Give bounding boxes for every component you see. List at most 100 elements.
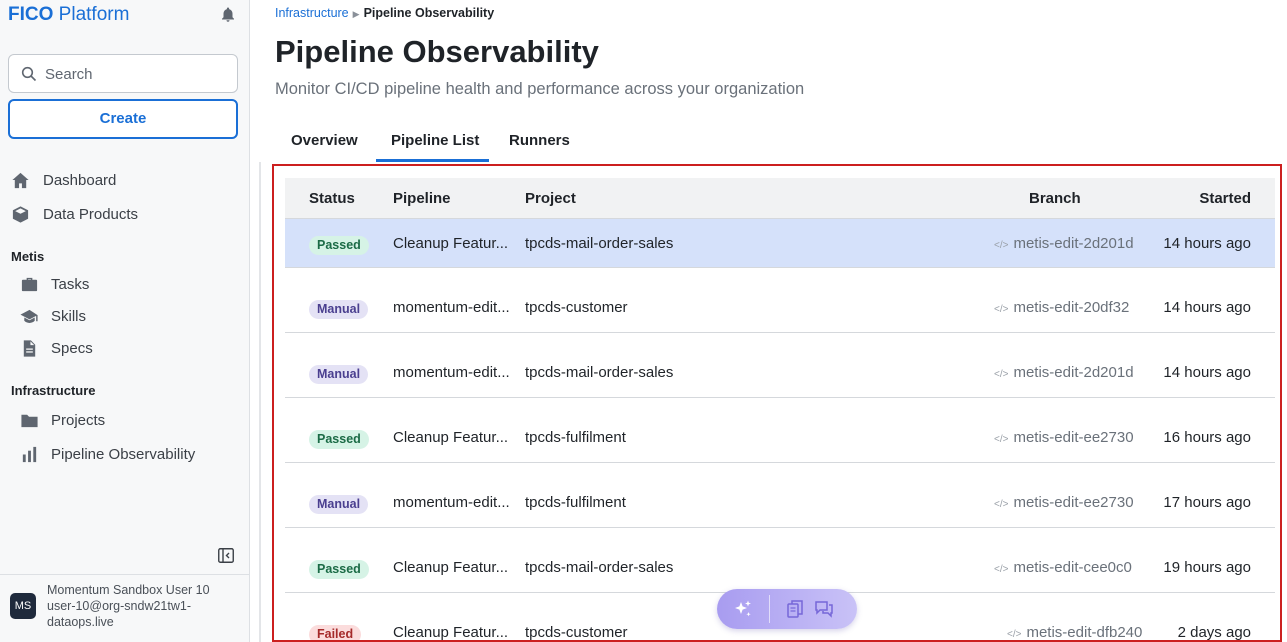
avatar: MS bbox=[10, 593, 36, 619]
tab-pipeline-list[interactable]: Pipeline List bbox=[391, 132, 479, 149]
started-time: 14 hours ago bbox=[1163, 364, 1251, 381]
pipeline-name[interactable]: momentum-edit... bbox=[393, 364, 510, 381]
sidebar-item-tasks[interactable]: Tasks bbox=[0, 270, 249, 298]
sidebar-item-label: Skills bbox=[51, 308, 87, 325]
branch-cell: </> metis-edit-dfb240 bbox=[1007, 624, 1143, 641]
user-name: Momentum Sandbox User 10 bbox=[47, 583, 210, 597]
branch-code-icon: </> bbox=[994, 499, 1009, 510]
home-icon bbox=[12, 172, 29, 189]
status-badge: Passed bbox=[309, 430, 369, 449]
branch-name: metis-edit-2d201d bbox=[1013, 235, 1134, 252]
section-title-infrastructure: Infrastructure bbox=[11, 383, 96, 398]
sidebar-item-label: Pipeline Observability bbox=[51, 446, 196, 463]
assistant-toolbar bbox=[717, 589, 857, 629]
toolbar-separator bbox=[769, 595, 770, 623]
sidebar-item-dashboard[interactable]: Dashboard bbox=[0, 166, 249, 194]
branch-cell: </> metis-edit-20df32 bbox=[994, 299, 1129, 316]
project-name[interactable]: tpcds-customer bbox=[525, 299, 628, 316]
pipeline-name[interactable]: momentum-edit... bbox=[393, 299, 510, 316]
branch-code-icon: </> bbox=[994, 434, 1009, 445]
branch-cell: </> metis-edit-ee2730 bbox=[994, 494, 1134, 511]
breadcrumb-link-infrastructure[interactable]: Infrastructure bbox=[275, 6, 349, 20]
user-profile[interactable]: MS Momentum Sandbox User 10 user-10@org-… bbox=[0, 574, 249, 642]
sidebar-item-projects[interactable]: Projects bbox=[0, 406, 249, 434]
sidebar-item-skills[interactable]: Skills bbox=[0, 302, 249, 330]
brand-logo[interactable]: FICO Platform bbox=[8, 4, 129, 26]
search-icon bbox=[21, 66, 37, 82]
table-header: Status Pipeline Project Branch Started bbox=[285, 178, 1275, 219]
branch-code-icon: </> bbox=[994, 369, 1009, 380]
started-time: 17 hours ago bbox=[1163, 494, 1251, 511]
table-row[interactable]: Passed Cleanup Featur... tpcds-mail-order-… bbox=[285, 528, 1275, 593]
graduation-cap-icon bbox=[20, 309, 38, 323]
bell-icon[interactable] bbox=[219, 6, 237, 24]
column-header-project[interactable]: Project bbox=[525, 190, 576, 207]
pipeline-name[interactable]: Cleanup Featur... bbox=[393, 624, 508, 640]
branch-code-icon: </> bbox=[994, 304, 1009, 315]
pipeline-name[interactable]: momentum-edit... bbox=[393, 494, 510, 511]
branch-name: metis-edit-ee2730 bbox=[1013, 494, 1134, 511]
column-header-branch[interactable]: Branch bbox=[1029, 190, 1081, 207]
column-header-status[interactable]: Status bbox=[309, 190, 355, 207]
bar-chart-icon bbox=[22, 446, 37, 463]
cube-icon bbox=[12, 206, 29, 223]
started-time: 14 hours ago bbox=[1163, 235, 1251, 252]
column-header-started[interactable]: Started bbox=[1199, 190, 1251, 207]
project-name[interactable]: tpcds-fulfilment bbox=[525, 494, 626, 511]
briefcase-icon bbox=[21, 277, 38, 292]
sidebar: FICO Platform Search Create Dashboard Da… bbox=[0, 0, 250, 642]
sidebar-item-data-products[interactable]: Data Products bbox=[0, 200, 249, 228]
branch-cell: </> metis-edit-2d201d bbox=[994, 235, 1134, 252]
breadcrumb: Infrastructure ▶ Pipeline Observability bbox=[275, 6, 494, 20]
branch-code-icon: </> bbox=[994, 240, 1009, 251]
status-badge: Passed bbox=[309, 560, 369, 579]
tab-runners[interactable]: Runners bbox=[509, 132, 570, 149]
status-badge: Manual bbox=[309, 495, 369, 514]
started-time: 19 hours ago bbox=[1163, 559, 1251, 576]
branch-name: metis-edit-ee2730 bbox=[1013, 429, 1134, 446]
status-badge: Manual bbox=[309, 300, 369, 319]
table-row[interactable]: Manual momentum-edit... tpcds-fulfilment </… bbox=[285, 463, 1275, 528]
tab-overview[interactable]: Overview bbox=[291, 132, 358, 149]
table-row[interactable]: Manual momentum-edit... tpcds-mail-order-s… bbox=[285, 333, 1275, 398]
branch-cell: </> metis-edit-cee0c0 bbox=[994, 559, 1132, 576]
branch-name: metis-edit-cee0c0 bbox=[1013, 559, 1132, 576]
project-name[interactable]: tpcds-fulfilment bbox=[525, 429, 626, 446]
search-input[interactable]: Search bbox=[8, 54, 238, 93]
pipeline-name[interactable]: Cleanup Featur... bbox=[393, 429, 508, 446]
status-badge: Failed bbox=[309, 625, 362, 640]
folder-icon bbox=[21, 414, 38, 428]
sidebar-item-label: Data Products bbox=[43, 206, 139, 223]
user-info: Momentum Sandbox User 10 user-10@org-snd… bbox=[47, 582, 242, 630]
page-title: Pipeline Observability bbox=[275, 34, 599, 69]
pipeline-name[interactable]: Cleanup Featur... bbox=[393, 559, 508, 576]
breadcrumb-current: Pipeline Observability bbox=[363, 6, 495, 20]
table-row[interactable]: Passed Cleanup Featur... tpcds-fulfilment <… bbox=[285, 398, 1275, 463]
table-row[interactable]: Manual momentum-edit... tpcds-customer </> m… bbox=[285, 268, 1275, 333]
chat-icon[interactable] bbox=[814, 600, 834, 618]
table-row[interactable]: Passed Cleanup Featur... tpcds-mail-order-… bbox=[285, 219, 1275, 268]
branch-code-icon: </> bbox=[994, 564, 1009, 575]
started-time: 16 hours ago bbox=[1163, 429, 1251, 446]
project-name[interactable]: tpcds-customer bbox=[525, 624, 628, 640]
project-name[interactable]: tpcds-mail-order-sales bbox=[525, 364, 673, 381]
sidebar-collapse-icon[interactable] bbox=[218, 548, 234, 563]
copy-icon[interactable] bbox=[787, 600, 804, 618]
sidebar-item-specs[interactable]: Specs bbox=[0, 334, 249, 362]
column-header-pipeline[interactable]: Pipeline bbox=[393, 190, 451, 207]
branch-cell: </> metis-edit-2d201d bbox=[994, 364, 1134, 381]
sparkle-icon[interactable] bbox=[733, 599, 753, 619]
project-name[interactable]: tpcds-mail-order-sales bbox=[525, 559, 673, 576]
user-email: user-10@org-sndw21tw1-dataops.live bbox=[47, 599, 192, 629]
create-button[interactable]: Create bbox=[8, 99, 238, 139]
branch-name: metis-edit-dfb240 bbox=[1026, 624, 1143, 641]
project-name[interactable]: tpcds-mail-order-sales bbox=[525, 235, 673, 252]
active-tab-indicator bbox=[376, 159, 489, 162]
sidebar-item-label: Tasks bbox=[51, 276, 90, 293]
sidebar-item-pipeline-observability[interactable]: Pipeline Observability bbox=[0, 440, 249, 468]
sidebar-item-label: Projects bbox=[51, 412, 106, 429]
search-placeholder: Search bbox=[45, 66, 93, 83]
pipeline-table: Status Pipeline Project Branch Started P… bbox=[285, 178, 1275, 641]
branch-code-icon: </> bbox=[1007, 629, 1022, 640]
pipeline-name[interactable]: Cleanup Featur... bbox=[393, 235, 508, 252]
